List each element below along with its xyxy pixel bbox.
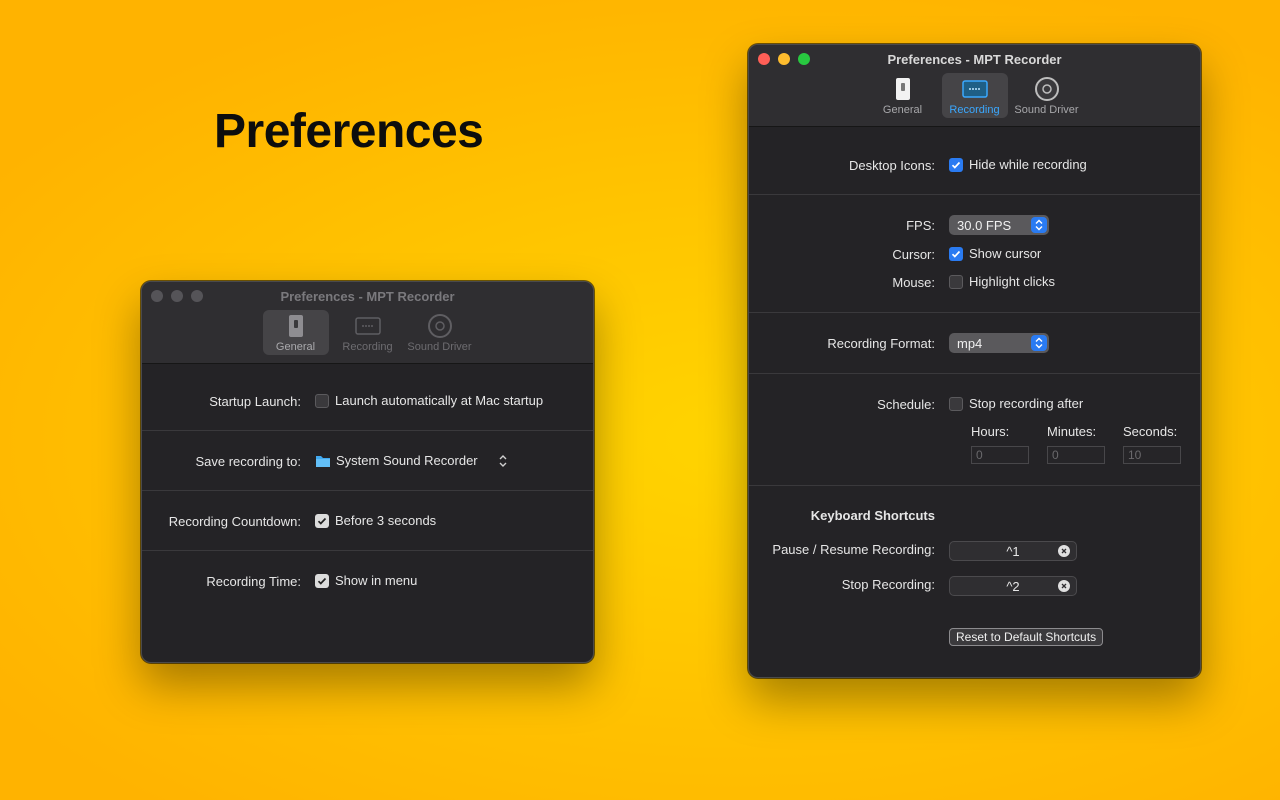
highlight-clicks-checkbox[interactable]: Highlight clicks bbox=[949, 274, 1055, 289]
checkbox-box[interactable] bbox=[949, 274, 963, 289]
checkmark-icon bbox=[951, 250, 961, 258]
mouse-label: Mouse: bbox=[892, 275, 935, 290]
tab-sound-driver[interactable]: Sound Driver bbox=[407, 310, 473, 355]
stop-recording-after-checkbox[interactable]: Stop recording after bbox=[949, 396, 1083, 411]
checkbox-box[interactable] bbox=[315, 393, 329, 408]
switch-icon bbox=[288, 315, 303, 337]
format-value: mp4 bbox=[957, 335, 983, 351]
minutes-field[interactable]: 0 bbox=[1047, 446, 1105, 464]
page-headline: Preferences bbox=[214, 105, 484, 158]
preferences-window-general: Preferences - MPT Recorder General Recor… bbox=[141, 281, 594, 663]
hours-label: Hours: bbox=[971, 424, 1010, 439]
seconds-field[interactable]: 10 bbox=[1123, 446, 1181, 464]
pause-resume-label: Pause / Resume Recording: bbox=[772, 542, 935, 557]
tab-label: General bbox=[882, 104, 923, 116]
tab-label: General bbox=[275, 341, 316, 353]
fps-popup[interactable]: 30.0 FPS bbox=[949, 215, 1049, 235]
keyboard-shortcuts-heading: Keyboard Shortcuts bbox=[810, 508, 935, 523]
checkbox-label: Show cursor bbox=[969, 246, 1042, 261]
folder-icon bbox=[316, 455, 330, 467]
updown-chevron-icon bbox=[1031, 335, 1047, 351]
titlebar: Preferences - MPT Recorder General Recor… bbox=[142, 282, 593, 364]
desktop-icons-row: Desktop Icons: Hide while recording bbox=[749, 127, 1200, 195]
window-title: Preferences - MPT Recorder bbox=[887, 52, 1062, 67]
recording-time-checkbox[interactable]: Show in menu bbox=[315, 573, 417, 588]
checkbox-label: Hide while recording bbox=[969, 157, 1087, 172]
clear-shortcut-icon[interactable] bbox=[1058, 545, 1070, 557]
save-location-value: System Sound Recorder bbox=[336, 453, 478, 468]
tab-label: Sound Driver bbox=[1014, 104, 1079, 116]
titlebar: Preferences - MPT Recorder General Recor… bbox=[749, 45, 1200, 127]
recording-format-label: Recording Format: bbox=[827, 336, 935, 351]
clear-shortcut-icon[interactable] bbox=[1058, 580, 1070, 592]
tab-general[interactable]: General bbox=[870, 73, 936, 118]
tab-label: Sound Driver bbox=[407, 341, 472, 353]
stop-recording-key: ^2 bbox=[1006, 578, 1020, 594]
capture-options-row: FPS: 30.0 FPS Cursor: Show cursor Mouse:… bbox=[749, 195, 1200, 313]
checkbox-label: Highlight clicks bbox=[969, 274, 1055, 289]
recording-format-popup[interactable]: mp4 bbox=[949, 333, 1049, 353]
cursor-label: Cursor: bbox=[892, 247, 935, 262]
stop-recording-shortcut-field[interactable]: ^2 bbox=[949, 576, 1077, 596]
startup-launch-checkbox[interactable]: Launch automatically at Mac startup bbox=[315, 393, 543, 408]
seconds-label: Seconds: bbox=[1123, 424, 1178, 439]
startup-launch-label: Startup Launch: bbox=[209, 394, 301, 409]
preferences-toolbar: General Recording Sound Driver bbox=[749, 73, 1200, 118]
tab-sound-driver[interactable]: Sound Driver bbox=[1014, 73, 1080, 118]
pause-resume-key: ^1 bbox=[1006, 543, 1020, 559]
save-location-popup[interactable]: System Sound Recorder bbox=[315, 453, 508, 468]
save-recording-label: Save recording to: bbox=[195, 454, 301, 469]
countdown-label: Recording Countdown: bbox=[168, 514, 301, 529]
screen-icon bbox=[961, 80, 988, 98]
countdown-row: Recording Countdown: Before 3 seconds bbox=[142, 491, 593, 551]
fps-label: FPS: bbox=[906, 218, 935, 233]
tab-label: Recording bbox=[342, 341, 393, 353]
checkbox-box[interactable] bbox=[315, 573, 329, 588]
schedule-row: Schedule: Stop recording after Hours: Mi… bbox=[749, 374, 1200, 486]
recording-format-row: Recording Format: mp4 bbox=[749, 313, 1200, 374]
checkbox-box[interactable] bbox=[949, 396, 963, 411]
countdown-checkbox[interactable]: Before 3 seconds bbox=[315, 513, 436, 528]
startup-launch-row: Startup Launch: Launch automatically at … bbox=[142, 364, 593, 431]
stop-recording-label: Stop Recording: bbox=[841, 577, 935, 592]
switch-icon bbox=[895, 78, 910, 100]
recording-time-row: Recording Time: Show in menu bbox=[142, 551, 593, 611]
recording-time-label: Recording Time: bbox=[206, 574, 301, 589]
tab-label: Recording bbox=[949, 104, 1000, 116]
checkmark-icon bbox=[317, 517, 327, 525]
minutes-label: Minutes: bbox=[1047, 424, 1097, 439]
updown-chevron-icon bbox=[1031, 217, 1047, 233]
pause-resume-shortcut-field[interactable]: ^1 bbox=[949, 541, 1077, 561]
window-title: Preferences - MPT Recorder bbox=[280, 289, 455, 304]
tab-general[interactable]: General bbox=[262, 310, 329, 355]
checkbox-label: Launch automatically at Mac startup bbox=[335, 393, 544, 408]
reset-shortcuts-button[interactable]: Reset to Default Shortcuts bbox=[949, 628, 1104, 646]
checkbox-box[interactable] bbox=[949, 246, 963, 261]
preferences-window-recording: Preferences - MPT Recorder General Recor… bbox=[748, 44, 1201, 678]
show-cursor-checkbox[interactable]: Show cursor bbox=[949, 246, 1041, 261]
checkmark-icon bbox=[317, 577, 327, 585]
checkbox-label: Show in menu bbox=[335, 573, 418, 588]
checkbox-box[interactable] bbox=[315, 513, 329, 528]
screen-icon bbox=[354, 317, 381, 335]
desktop-icons-label: Desktop Icons: bbox=[849, 158, 935, 173]
preferences-toolbar: General Recording Sound Driver bbox=[142, 310, 593, 355]
hours-field[interactable]: 0 bbox=[971, 446, 1029, 464]
disc-icon bbox=[1034, 77, 1059, 101]
tab-recording[interactable]: Recording bbox=[941, 73, 1008, 118]
hide-desktop-icons-checkbox[interactable]: Hide while recording bbox=[949, 157, 1087, 172]
schedule-label: Schedule: bbox=[877, 397, 935, 412]
save-recording-row: Save recording to: System Sound Recorder bbox=[142, 431, 593, 491]
updown-chevron-icon bbox=[499, 454, 507, 467]
fps-value: 30.0 FPS bbox=[957, 217, 1012, 233]
checkbox-label: Before 3 seconds bbox=[335, 513, 437, 528]
keyboard-shortcuts-section: Keyboard Shortcuts Pause / Resume Record… bbox=[749, 486, 1200, 676]
reset-shortcuts-button-wrap: Reset to Default Shortcuts bbox=[949, 628, 1104, 646]
disc-icon bbox=[427, 314, 452, 338]
tab-recording[interactable]: Recording bbox=[335, 310, 401, 355]
checkbox-label: Stop recording after bbox=[969, 396, 1084, 411]
checkbox-box[interactable] bbox=[949, 157, 963, 172]
checkmark-icon bbox=[951, 161, 961, 169]
